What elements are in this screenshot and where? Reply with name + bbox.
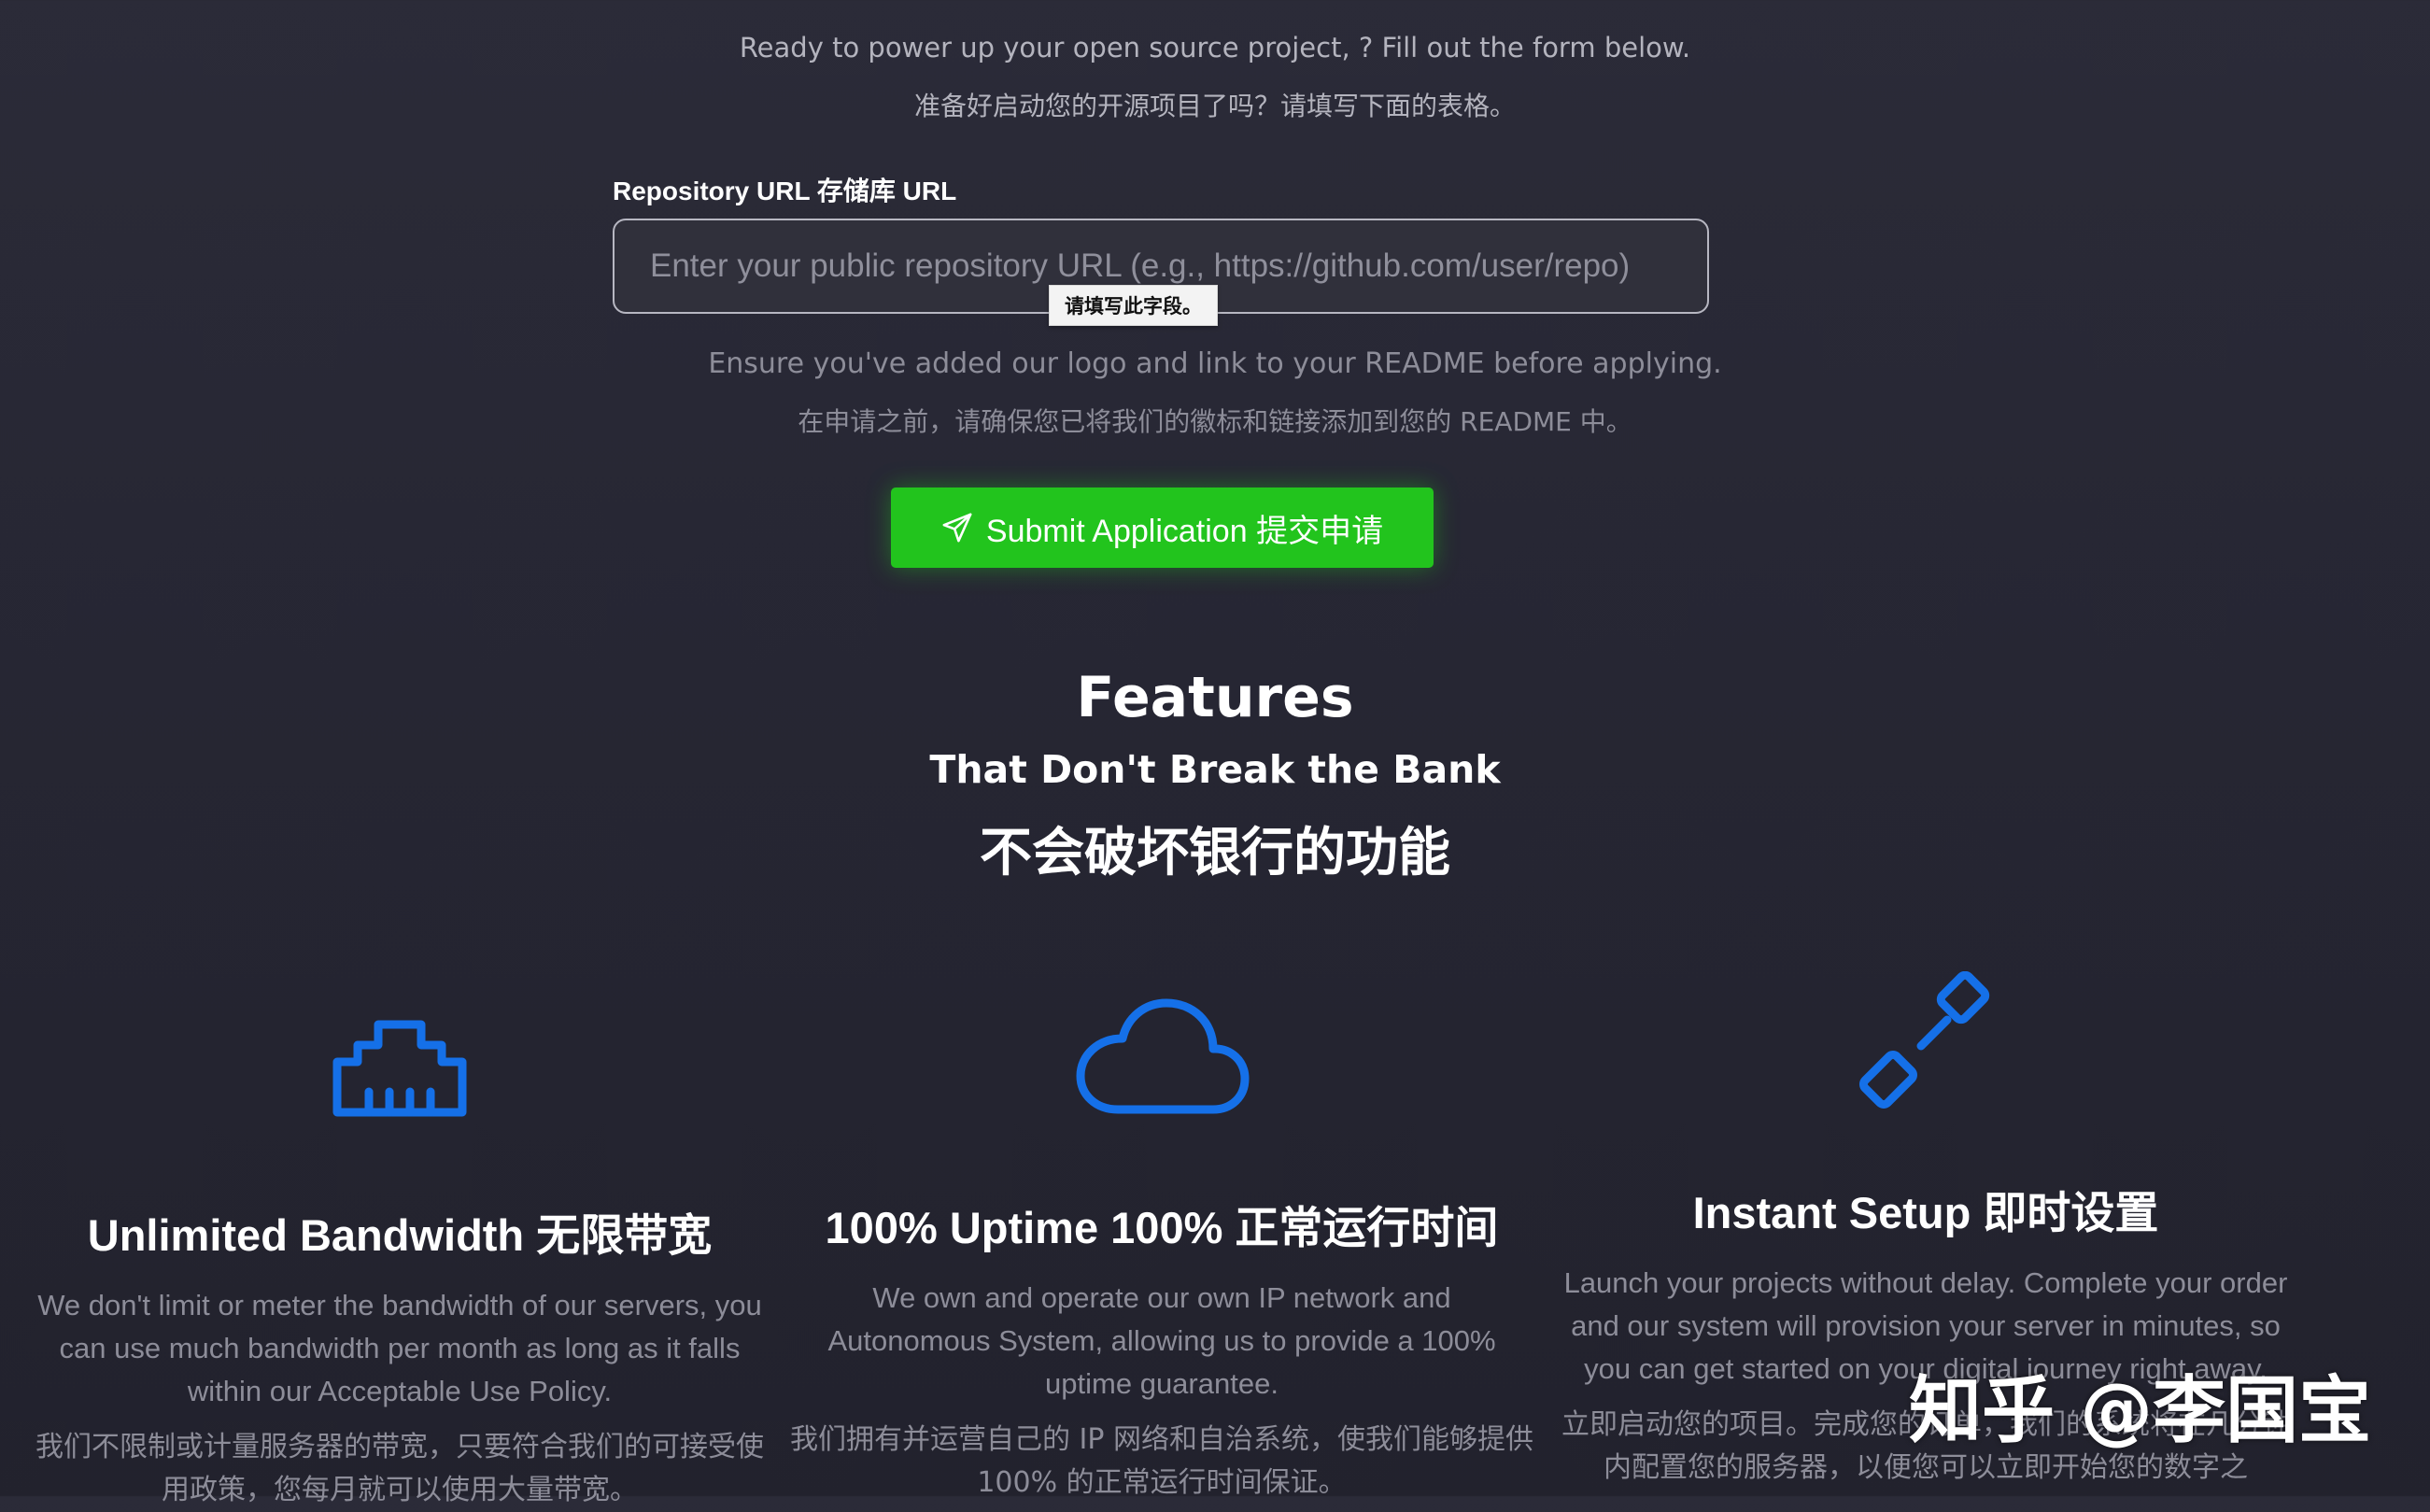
submit-button-label: Submit Application 提交申请 [985, 513, 1384, 549]
feature-card-bandwidth: Unlimited Bandwidth 无限带宽 We don't limit … [26, 971, 773, 1512]
feature-title: Unlimited Bandwidth 无限带宽 [87, 1210, 713, 1260]
zhihu-watermark: 知乎 @李国宝 [1909, 1369, 2372, 1453]
readme-note: Ensure you've added our logo and link to… [708, 347, 1722, 380]
features-subtitle-zh: 不会破坏银行的功能 [980, 823, 1450, 883]
connector-plug-icon [1858, 971, 1990, 1109]
feature-description: We don't limit or meter the bandwidth of… [37, 1289, 762, 1407]
feature-title: 100% Uptime 100% 正常运行时间 [825, 1203, 1499, 1252]
paper-plane-icon [942, 513, 972, 543]
ethernet-port-icon [332, 1020, 467, 1117]
validation-tooltip: 请填写此字段。 [1049, 285, 1218, 326]
feature-description-zh: 我们拥有并运营自己的 IP 网络和自治系统，使我们能够提供 100% 的正常运行… [789, 1423, 1533, 1499]
form-intro-text-zh: 准备好启动您的开源项目了吗？请填写下面的表格。 [913, 91, 1516, 121]
feature-description-zh: 我们不限制或计量服务器的带宽，只要符合我们的可接受使用政策，您每月就可以使用大量… [35, 1431, 764, 1506]
form-intro-text: Ready to power up your open source proje… [739, 32, 1691, 64]
feature-card-uptime: 100% Uptime 100% 正常运行时间 We own and opera… [788, 971, 1535, 1505]
features-title: Features [1076, 665, 1354, 730]
readme-note-zh: 在申请之前，请确保您已将我们的徽标和链接添加到您的 README 中。 [798, 406, 1632, 437]
submit-application-button[interactable]: Submit Application 提交申请 [891, 488, 1434, 568]
features-subtitle: That Don't Break the Bank [929, 747, 1501, 792]
repository-url-label: Repository URL 存储库 URL [613, 177, 957, 205]
feature-title: Instant Setup 即时设置 [1692, 1188, 2159, 1237]
feature-description: We own and operate our own IP network an… [827, 1281, 1496, 1400]
cloud-icon [1076, 998, 1250, 1114]
